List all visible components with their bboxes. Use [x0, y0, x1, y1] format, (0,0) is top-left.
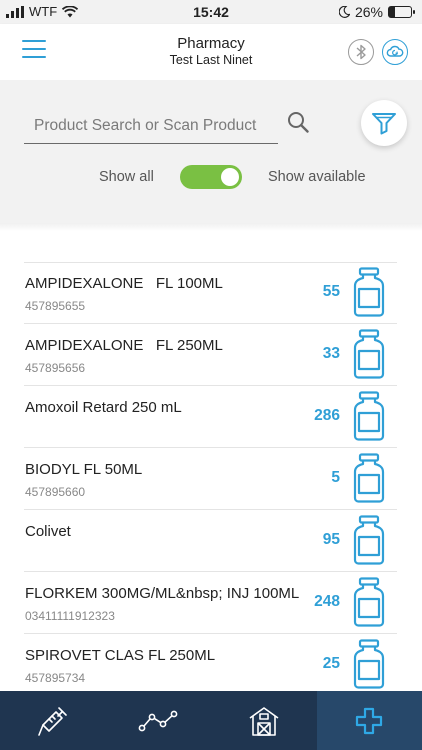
- product-code: 457895660: [25, 485, 86, 499]
- bottom-nav: [0, 691, 422, 750]
- product-quantity: 5: [331, 469, 340, 486]
- moon-icon: [338, 6, 350, 18]
- filter-button[interactable]: [361, 100, 407, 146]
- product-quantity: 95: [322, 531, 340, 548]
- battery-icon: [388, 6, 415, 18]
- medicine-bottle-icon: [353, 515, 385, 565]
- product-code: 457895656: [25, 361, 86, 375]
- medicine-bottle-icon: [353, 329, 385, 379]
- app-header: Pharmacy Test Last Ninet: [0, 24, 422, 80]
- list-item[interactable]: Colivet 95: [0, 510, 422, 572]
- nav-item-farm[interactable]: [211, 691, 317, 750]
- search-panel: Show all Show available: [0, 80, 422, 231]
- product-name: FLORKEM 300MG/ML&nbsp; INJ 100ML: [25, 585, 300, 602]
- product-name: Colivet: [25, 523, 71, 540]
- list-item[interactable]: AMPIDEXALONE FL 100ML 457895655 55: [0, 262, 422, 324]
- medicine-bottle-icon: [353, 267, 385, 317]
- show-available-label: Show available: [268, 169, 366, 185]
- product-quantity: 55: [322, 283, 340, 300]
- search-input[interactable]: [24, 108, 278, 144]
- product-code: 03411111912323: [25, 609, 115, 623]
- medical-cross-icon: [356, 707, 383, 734]
- status-right: 26%: [338, 4, 415, 20]
- syringe-icon: [37, 706, 67, 736]
- list-item[interactable]: AMPIDEXALONE FL 250ML 457895656 33: [0, 324, 422, 386]
- nav-item-pharmacy[interactable]: [316, 691, 422, 750]
- medicine-bottle-icon: [353, 639, 385, 689]
- status-bar: WTF 15:42 26%: [0, 0, 422, 24]
- medicine-bottle-icon: [353, 453, 385, 503]
- product-quantity: 33: [322, 345, 340, 362]
- product-quantity: 286: [314, 407, 340, 424]
- product-code: 457895655: [25, 299, 86, 313]
- filter-icon: [372, 113, 396, 135]
- product-name: Amoxoil Retard 250 mL: [25, 399, 182, 416]
- product-name: AMPIDEXALONE FL 100ML: [25, 275, 223, 292]
- nav-item-treatments[interactable]: [0, 691, 106, 750]
- cloud-sync-icon[interactable]: [382, 39, 408, 65]
- medicine-bottle-icon: [353, 577, 385, 627]
- list-item[interactable]: FLORKEM 300MG/ML&nbsp; INJ 100ML 0341111…: [0, 572, 422, 634]
- product-code: 457895734: [25, 671, 86, 685]
- search-icon[interactable]: [286, 110, 310, 134]
- product-name: AMPIDEXALONE FL 250ML: [25, 337, 223, 354]
- medicine-bottle-icon: [353, 391, 385, 441]
- availability-toggle-row: Show all Show available: [0, 165, 422, 191]
- list-item[interactable]: SPIROVET CLAS FL 250ML 457895734 25: [0, 634, 422, 696]
- show-all-label: Show all: [99, 169, 154, 185]
- list-item[interactable]: Amoxoil Retard 250 mL 286: [0, 386, 422, 448]
- availability-toggle[interactable]: [180, 165, 242, 189]
- farm-barn-icon: [249, 706, 279, 736]
- product-quantity: 25: [322, 655, 340, 672]
- list-item[interactable]: BIODYL FL 50ML 457895660 5: [0, 448, 422, 510]
- battery-level: [389, 7, 395, 17]
- battery-percent: 26%: [354, 4, 383, 20]
- product-quantity: 248: [314, 593, 340, 610]
- toggle-knob: [221, 168, 239, 186]
- line-graph-icon: [138, 710, 178, 731]
- product-name: SPIROVET CLAS FL 250ML: [25, 647, 216, 664]
- product-name: BIODYL FL 50ML: [25, 461, 143, 478]
- nav-item-statistics[interactable]: [106, 691, 212, 750]
- bluetooth-icon[interactable]: [348, 39, 374, 65]
